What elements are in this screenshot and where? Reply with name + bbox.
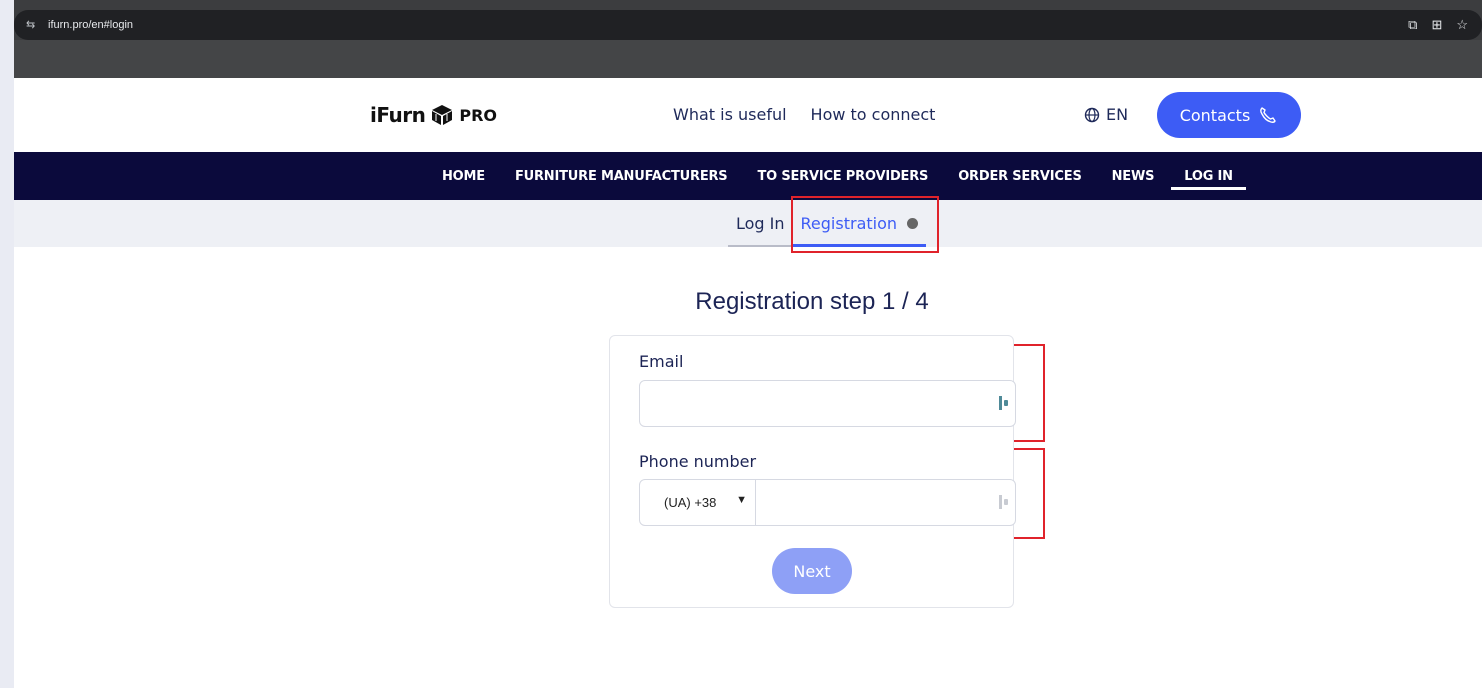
logo-pro: PRO xyxy=(459,105,498,125)
globe-icon xyxy=(1084,107,1100,122)
phone-icon xyxy=(1260,107,1276,123)
contacts-button[interactable]: Contacts xyxy=(1157,92,1301,138)
nav-item-to-service-providers[interactable]: TO SERVICE PROVIDERS xyxy=(742,152,943,200)
autofill-icon[interactable] xyxy=(999,396,1009,410)
star-icon[interactable]: ☆ xyxy=(1456,17,1468,33)
phone-label: Phone number xyxy=(639,452,757,471)
form-title: Registration step 1 / 4 xyxy=(695,288,929,315)
country-code-select[interactable]: (UA) +38 ▼ xyxy=(640,480,756,525)
nav-item-news[interactable]: NEWS xyxy=(1097,152,1170,200)
cast-icon[interactable]: ⧉ xyxy=(1408,17,1417,33)
autofill-icon[interactable] xyxy=(999,495,1009,509)
nav-item-log-in[interactable]: LOG IN xyxy=(1169,152,1248,200)
box-logo-icon xyxy=(432,105,453,125)
link-what-is-useful[interactable]: What is useful xyxy=(673,105,787,124)
main-nav-items: HOME FURNITURE MANUFACTURERS TO SERVICE … xyxy=(427,152,1248,200)
browser-actions: ⧉ ⊞ ☆ xyxy=(1408,17,1468,33)
browser-chrome: ⇆ ifurn.pro/en#login ⧉ ⊞ ☆ xyxy=(14,0,1482,78)
email-field[interactable] xyxy=(639,380,1016,427)
url-text[interactable]: ifurn.pro/en#login xyxy=(48,18,133,32)
top-links: What is useful How to connect xyxy=(673,105,935,124)
tab-log-in[interactable]: Log In xyxy=(728,200,793,247)
site-settings-icon[interactable]: ⇆ xyxy=(26,18,40,32)
auth-tabs-bar: Log In Registration xyxy=(14,200,1482,247)
link-how-to-connect[interactable]: How to connect xyxy=(811,105,936,124)
highlight-registration-tab xyxy=(791,196,939,253)
language-label: EN xyxy=(1106,105,1129,124)
phone-field[interactable]: (UA) +38 ▼ xyxy=(639,479,1016,526)
nav-item-home[interactable]: HOME xyxy=(427,152,500,200)
nav-item-furniture-manufacturers[interactable]: FURNITURE MANUFACTURERS xyxy=(500,152,743,200)
site-header: iFurn PRO What is useful How to connect … xyxy=(14,78,1482,152)
translate-icon[interactable]: ⊞ xyxy=(1431,17,1442,33)
next-button[interactable]: Next xyxy=(772,548,852,594)
country-code-value: (UA) +38 xyxy=(664,495,717,510)
logo[interactable]: iFurn PRO xyxy=(370,103,497,127)
main-nav: HOME FURNITURE MANUFACTURERS TO SERVICE … xyxy=(14,152,1482,200)
browser-toolbar-strip xyxy=(14,40,1482,78)
email-label: Email xyxy=(639,352,684,371)
nav-item-order-services[interactable]: ORDER SERVICES xyxy=(943,152,1096,200)
language-switcher[interactable]: EN xyxy=(1084,105,1128,124)
contacts-label: Contacts xyxy=(1179,105,1251,125)
address-bar[interactable]: ⇆ ifurn.pro/en#login ⧉ ⊞ ☆ xyxy=(14,10,1482,40)
chevron-down-icon: ▼ xyxy=(736,494,747,506)
logo-brand: iFurn xyxy=(370,103,426,127)
